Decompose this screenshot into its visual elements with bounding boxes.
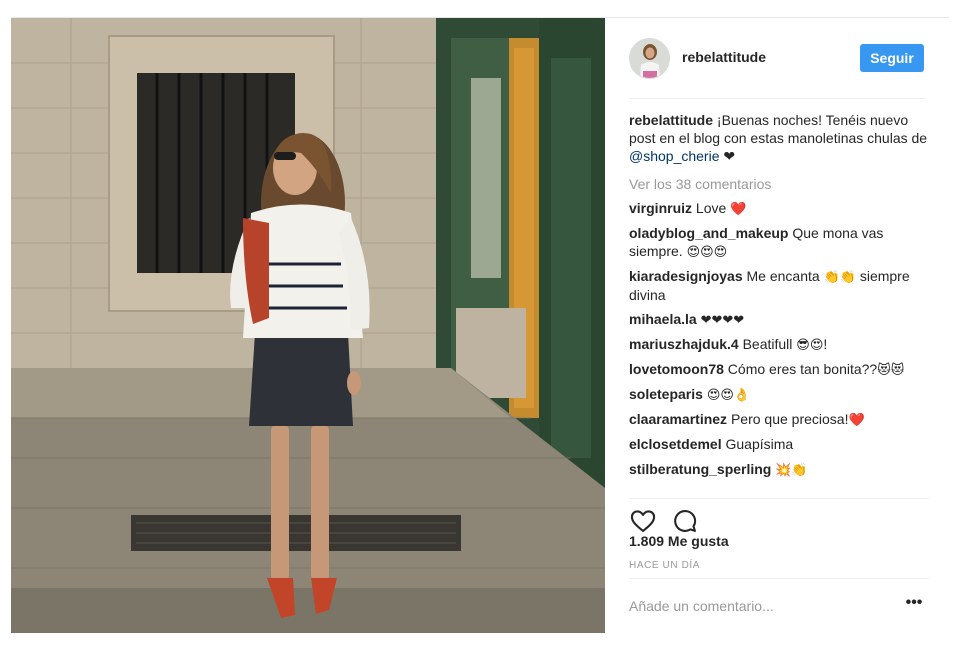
- comment-item: soleteparis 😍😍👌: [629, 385, 929, 404]
- instagram-post: rebelattitude Seguir rebelattitude ¡Buen…: [11, 17, 949, 633]
- speech-bubble-icon[interactable]: [671, 507, 699, 535]
- comment-item: virginruiz Love ❤️: [629, 199, 929, 218]
- heart-outline-icon[interactable]: [629, 507, 657, 535]
- comment-text-tail: !: [823, 336, 828, 352]
- comment-item: mihaela.la ❤❤❤❤: [629, 310, 929, 329]
- caption: rebelattitude ¡Buenas noches! Tenéis nue…: [629, 111, 929, 165]
- mention-link[interactable]: @shop_cherie: [629, 148, 720, 164]
- comment-emoji: 😍😍😍: [686, 244, 728, 259]
- comment-text: Beatifull: [738, 336, 797, 352]
- header-divider: [629, 98, 925, 99]
- avatar-image: [630, 39, 669, 78]
- comment-emoji: 😎😍: [796, 337, 824, 352]
- comment-emoji: ❤️: [848, 412, 865, 427]
- comment-emoji: ❤❤❤❤: [700, 312, 745, 327]
- add-comment-input[interactable]: Añade un comentario...: [629, 598, 879, 614]
- comment-username[interactable]: mihaela.la: [629, 311, 697, 327]
- comment-text: Cómo eres tan bonita??: [723, 361, 878, 377]
- comment-item: oladyblog_and_makeup Que mona vas siempr…: [629, 224, 929, 261]
- avatar[interactable]: [629, 38, 670, 79]
- comment-username[interactable]: mariuszhajduk.4: [629, 336, 739, 352]
- view-all-comments-link[interactable]: Ver los 38 comentarios: [629, 175, 929, 193]
- post-username[interactable]: rebelattitude: [682, 49, 766, 65]
- comment-item: claaramartinez Pero que preciosa!❤️: [629, 410, 929, 429]
- comment-username[interactable]: oladyblog_and_makeup: [629, 225, 788, 241]
- street-style-photo: [11, 18, 605, 633]
- comment-username[interactable]: soleteparis: [629, 386, 703, 402]
- comment-username[interactable]: elclosetdemel: [629, 436, 722, 452]
- action-bar: [629, 498, 929, 532]
- comment-username[interactable]: stilberatung_sperling: [629, 461, 771, 477]
- follow-button[interactable]: Seguir: [860, 44, 924, 72]
- comment-text: Pero que preciosa!: [727, 411, 849, 427]
- comment-emoji: 😍😍👌: [706, 387, 751, 402]
- post-timestamp: HACE UN DÍA: [629, 560, 701, 571]
- comment-text: Me encanta: [742, 268, 824, 284]
- post-side-panel: rebelattitude Seguir rebelattitude ¡Buen…: [605, 18, 949, 633]
- post-header: rebelattitude Seguir: [605, 18, 949, 99]
- footer-divider: [629, 578, 929, 579]
- comment-emoji: 😻😻: [877, 362, 905, 377]
- comments-section[interactable]: rebelattitude ¡Buenas noches! Tenéis nue…: [629, 111, 929, 487]
- comment-item: lovetomoon78 Cómo eres tan bonita??😻😻: [629, 360, 929, 379]
- caption-username[interactable]: rebelattitude: [629, 112, 713, 128]
- likes-count[interactable]: 1.809 Me gusta: [629, 533, 729, 549]
- comment-text: Love: [692, 200, 731, 216]
- comment-username[interactable]: kiaradesignjoyas: [629, 268, 743, 284]
- comment-emoji: ❤️: [730, 201, 747, 216]
- comment-emoji: 💥👏: [775, 462, 808, 477]
- comment-username[interactable]: virginruiz: [629, 200, 692, 216]
- comment-username[interactable]: claaramartinez: [629, 411, 727, 427]
- comment-item: kiaradesignjoyas Me encanta 👏👏 siempre d…: [629, 267, 929, 304]
- comment-item: stilberatung_sperling 💥👏: [629, 460, 929, 479]
- comment-emoji: 👏👏: [823, 269, 856, 284]
- comment-item: mariuszhajduk.4 Beatifull 😎😍!: [629, 335, 929, 354]
- caption-heart: ❤: [719, 148, 736, 164]
- comment-username[interactable]: lovetomoon78: [629, 361, 724, 377]
- post-photo[interactable]: [11, 18, 605, 633]
- comment-item: elclosetdemel Guapísima: [629, 435, 929, 454]
- comment-text: Guapísima: [721, 436, 794, 452]
- ellipsis-icon[interactable]: •••: [903, 595, 925, 614]
